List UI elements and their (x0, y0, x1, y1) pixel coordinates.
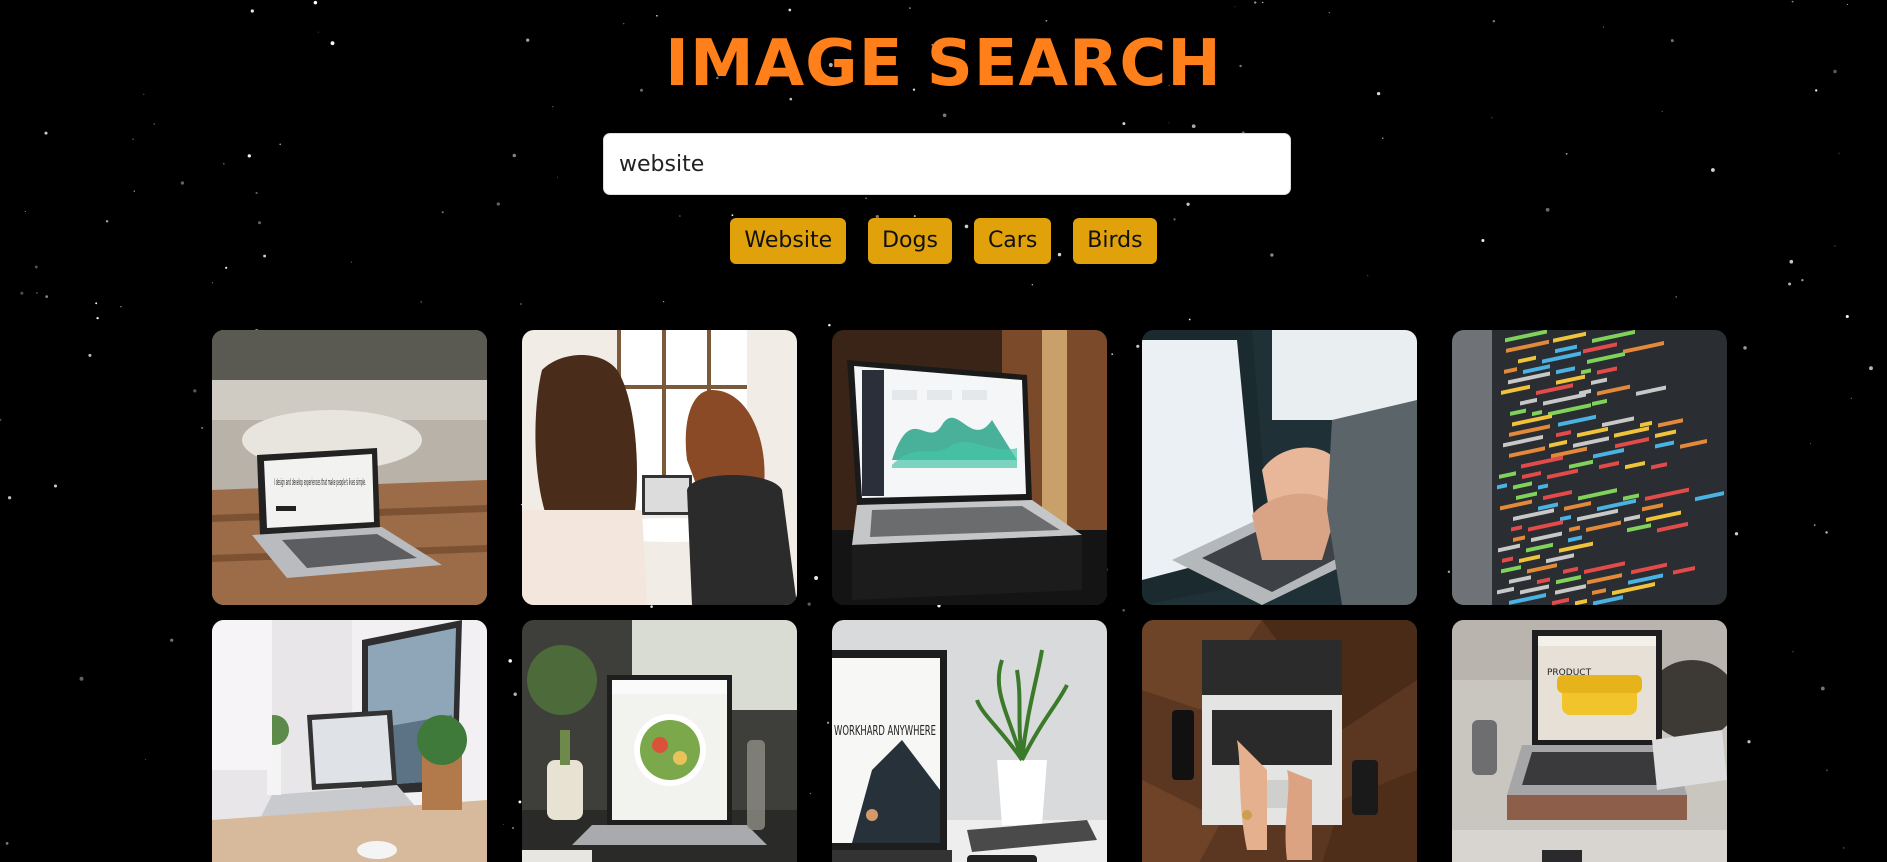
app-root: IMAGE SEARCH Website Dogs Cars Birds I d… (0, 0, 1887, 862)
hands-typing-laptop-image (1142, 330, 1417, 605)
results-grid: I design and develop experiences that ma… (212, 330, 1727, 862)
laptop-product-page-image: PRODUCT (1452, 620, 1727, 862)
result-image[interactable] (212, 620, 487, 862)
laptop-screen-text: I design and develop experiences that ma… (274, 478, 366, 488)
laptop-food-website-image (522, 620, 797, 862)
laptop-dashboard-image (832, 330, 1107, 605)
quick-search-chips: Website Dogs Cars Birds (0, 218, 1887, 264)
chip-cars[interactable]: Cars (973, 218, 1052, 264)
result-image[interactable]: PRODUCT (1452, 620, 1727, 862)
result-image[interactable] (1142, 330, 1417, 605)
laptop-screen-text: WORKHARD ANYWHERE (834, 724, 936, 739)
result-image[interactable] (1142, 620, 1417, 862)
chip-website[interactable]: Website (730, 218, 847, 264)
chip-dogs[interactable]: Dogs (868, 218, 952, 264)
laptop-top-view-image (1142, 620, 1417, 862)
result-image[interactable] (522, 620, 797, 862)
desk-with-monitor-and-laptop-image (212, 620, 487, 862)
page-title: IMAGE SEARCH (665, 27, 1222, 101)
laptop-screen-text: PRODUCT (1547, 668, 1592, 678)
code-on-screen-image (1452, 330, 1727, 605)
result-image[interactable] (1452, 330, 1727, 605)
result-image[interactable] (522, 330, 797, 605)
result-image[interactable] (832, 330, 1107, 605)
chip-birds[interactable]: Birds (1073, 218, 1157, 264)
search-input[interactable] (603, 133, 1291, 195)
result-image[interactable]: WORKHARD ANYWHERE (832, 620, 1107, 862)
laptop-on-table-image: I design and develop experiences that ma… (212, 330, 487, 605)
workhard-anywhere-laptop-image: WORKHARD ANYWHERE (832, 620, 1107, 862)
two-women-at-laptop-image (522, 330, 797, 605)
result-image[interactable]: I design and develop experiences that ma… (212, 330, 487, 605)
